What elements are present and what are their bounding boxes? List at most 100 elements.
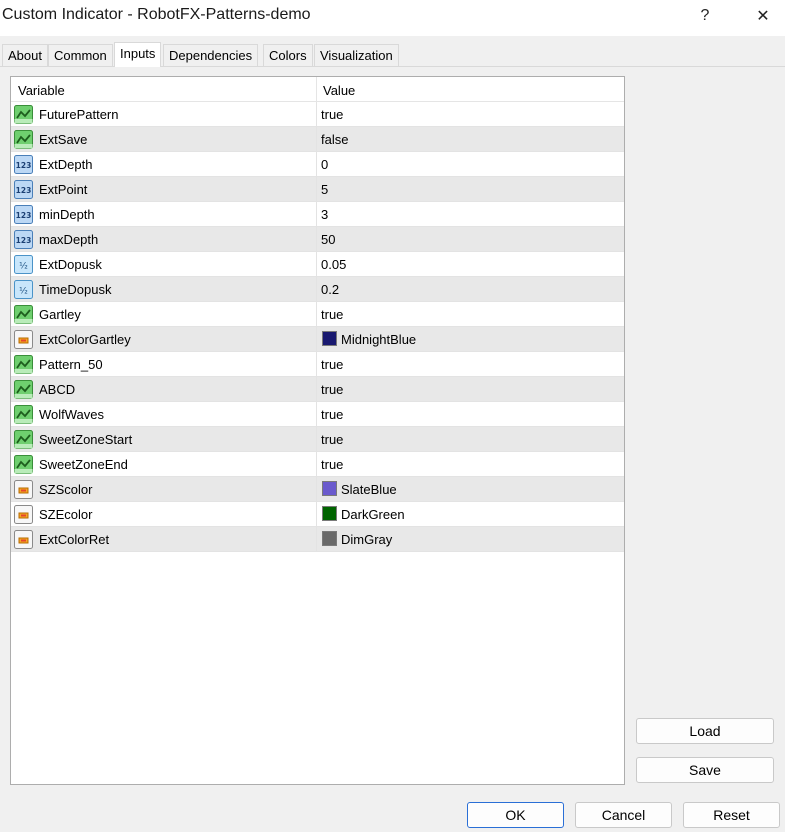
table-row[interactable]: SweetZoneEnd true bbox=[11, 452, 624, 477]
variable-value[interactable]: true bbox=[321, 457, 343, 472]
variable-name: ExtDepth bbox=[39, 157, 93, 172]
variable-value[interactable]: true bbox=[321, 357, 343, 372]
color-swatch[interactable] bbox=[322, 506, 337, 521]
window-title: Custom Indicator - RobotFX-Patterns-demo bbox=[2, 6, 311, 23]
variable-value[interactable]: true bbox=[321, 107, 343, 122]
color-icon bbox=[14, 530, 33, 549]
reset-button[interactable]: Reset bbox=[683, 802, 780, 828]
table-row[interactable]: 123 ExtDepth 0 bbox=[11, 152, 624, 177]
column-divider[interactable] bbox=[316, 77, 317, 102]
table-row[interactable]: Gartley true bbox=[11, 302, 624, 327]
variable-name: Gartley bbox=[39, 307, 81, 322]
table-body: FuturePattern true ExtSave false 123 ExtDepth… bbox=[11, 102, 624, 552]
cell-divider bbox=[316, 527, 317, 552]
table-row[interactable]: ABCD true bbox=[11, 377, 624, 402]
cell-divider bbox=[316, 377, 317, 402]
table-row[interactable]: WolfWaves true bbox=[11, 402, 624, 427]
tab-dependencies[interactable]: Dependencies bbox=[163, 44, 259, 66]
bool-icon bbox=[14, 430, 33, 449]
variable-name: ExtDopusk bbox=[39, 257, 102, 272]
table-row[interactable]: SweetZoneStart true bbox=[11, 427, 624, 452]
variable-value[interactable]: MidnightBlue bbox=[341, 332, 416, 347]
cell-divider bbox=[316, 352, 317, 377]
variable-name: SweetZoneStart bbox=[39, 432, 133, 447]
cell-divider bbox=[316, 227, 317, 252]
tab-colors[interactable]: Colors bbox=[263, 44, 313, 66]
svg-text:123: 123 bbox=[16, 161, 32, 170]
cell-divider bbox=[316, 302, 317, 327]
variable-value[interactable]: 3 bbox=[321, 207, 328, 222]
variable-value[interactable]: SlateBlue bbox=[341, 482, 397, 497]
tab-common[interactable]: Common bbox=[48, 44, 113, 66]
variable-name: minDepth bbox=[39, 207, 95, 222]
ok-button[interactable]: OK bbox=[467, 802, 564, 828]
table-row[interactable]: ExtSave false bbox=[11, 127, 624, 152]
table-row[interactable]: 123 minDepth 3 bbox=[11, 202, 624, 227]
cell-divider bbox=[316, 502, 317, 527]
color-swatch[interactable] bbox=[322, 481, 337, 496]
variable-name: ABCD bbox=[39, 382, 76, 397]
table-row[interactable]: ExtColorRet DimGray bbox=[11, 527, 624, 552]
table-row[interactable]: 123 ExtPoint 5 bbox=[11, 177, 624, 202]
table-row[interactable]: SZScolor SlateBlue bbox=[11, 477, 624, 502]
integer-icon: 123 bbox=[14, 180, 33, 199]
table-header: Variable Value bbox=[11, 77, 624, 102]
svg-text:123: 123 bbox=[16, 236, 32, 245]
tab-visualization[interactable]: Visualization bbox=[314, 44, 399, 66]
cell-divider bbox=[316, 127, 317, 152]
title-bar: Custom Indicator - RobotFX-Patterns-demo… bbox=[0, 0, 785, 36]
variable-value[interactable]: true bbox=[321, 382, 343, 397]
table-row[interactable]: ExtColorGartley MidnightBlue bbox=[11, 327, 624, 352]
variable-value[interactable]: 0 bbox=[321, 157, 328, 172]
variable-value[interactable]: true bbox=[321, 432, 343, 447]
close-button[interactable]: ✕ bbox=[740, 0, 785, 32]
bool-icon bbox=[14, 130, 33, 149]
save-button[interactable]: Save bbox=[636, 757, 774, 783]
column-header-value[interactable]: Value bbox=[323, 83, 355, 98]
color-icon bbox=[14, 480, 33, 499]
load-button[interactable]: Load bbox=[636, 718, 774, 744]
variable-value[interactable]: true bbox=[321, 407, 343, 422]
variable-name: ExtSave bbox=[39, 132, 88, 147]
variable-value[interactable]: DarkGreen bbox=[341, 507, 405, 522]
variable-name: ExtColorGartley bbox=[39, 332, 131, 347]
color-icon bbox=[14, 330, 33, 349]
variable-value[interactable]: false bbox=[321, 132, 348, 147]
inputs-table: Variable Value FuturePattern true ExtSave f… bbox=[10, 76, 625, 785]
bool-icon bbox=[14, 355, 33, 374]
color-swatch[interactable] bbox=[322, 531, 337, 546]
help-button[interactable]: ? bbox=[682, 0, 728, 32]
fraction-icon: ½ bbox=[14, 255, 33, 274]
variable-value[interactable]: 0.05 bbox=[321, 257, 346, 272]
variable-value[interactable]: 0.2 bbox=[321, 282, 339, 297]
variable-value[interactable]: true bbox=[321, 307, 343, 322]
bool-icon bbox=[14, 105, 33, 124]
cell-divider bbox=[316, 427, 317, 452]
svg-text:½: ½ bbox=[19, 262, 28, 272]
color-swatch[interactable] bbox=[322, 331, 337, 346]
variable-value[interactable]: DimGray bbox=[341, 532, 392, 547]
cell-divider bbox=[316, 327, 317, 352]
dialog-footer: OK Cancel Reset bbox=[0, 792, 785, 832]
cell-divider bbox=[316, 177, 317, 202]
column-header-variable[interactable]: Variable bbox=[18, 83, 65, 98]
integer-icon: 123 bbox=[14, 230, 33, 249]
tab-about[interactable]: About bbox=[2, 44, 48, 66]
table-row[interactable]: FuturePattern true bbox=[11, 102, 624, 127]
variable-name: SweetZoneEnd bbox=[39, 457, 128, 472]
cell-divider bbox=[316, 252, 317, 277]
bool-icon bbox=[14, 405, 33, 424]
variable-name: ExtPoint bbox=[39, 182, 88, 197]
variable-value[interactable]: 5 bbox=[321, 182, 328, 197]
table-row[interactable]: 123 maxDepth 50 bbox=[11, 227, 624, 252]
variable-value[interactable]: 50 bbox=[321, 232, 335, 247]
cancel-button[interactable]: Cancel bbox=[575, 802, 672, 828]
variable-name: SZEcolor bbox=[39, 507, 93, 522]
table-row[interactable]: ½ TimeDopusk 0.2 bbox=[11, 277, 624, 302]
tab-inputs[interactable]: Inputs bbox=[114, 42, 162, 67]
table-row[interactable]: Pattern_50 true bbox=[11, 352, 624, 377]
cell-divider bbox=[316, 102, 317, 127]
table-row[interactable]: ½ ExtDopusk 0.05 bbox=[11, 252, 624, 277]
table-row[interactable]: SZEcolor DarkGreen bbox=[11, 502, 624, 527]
variable-name: FuturePattern bbox=[39, 107, 119, 122]
